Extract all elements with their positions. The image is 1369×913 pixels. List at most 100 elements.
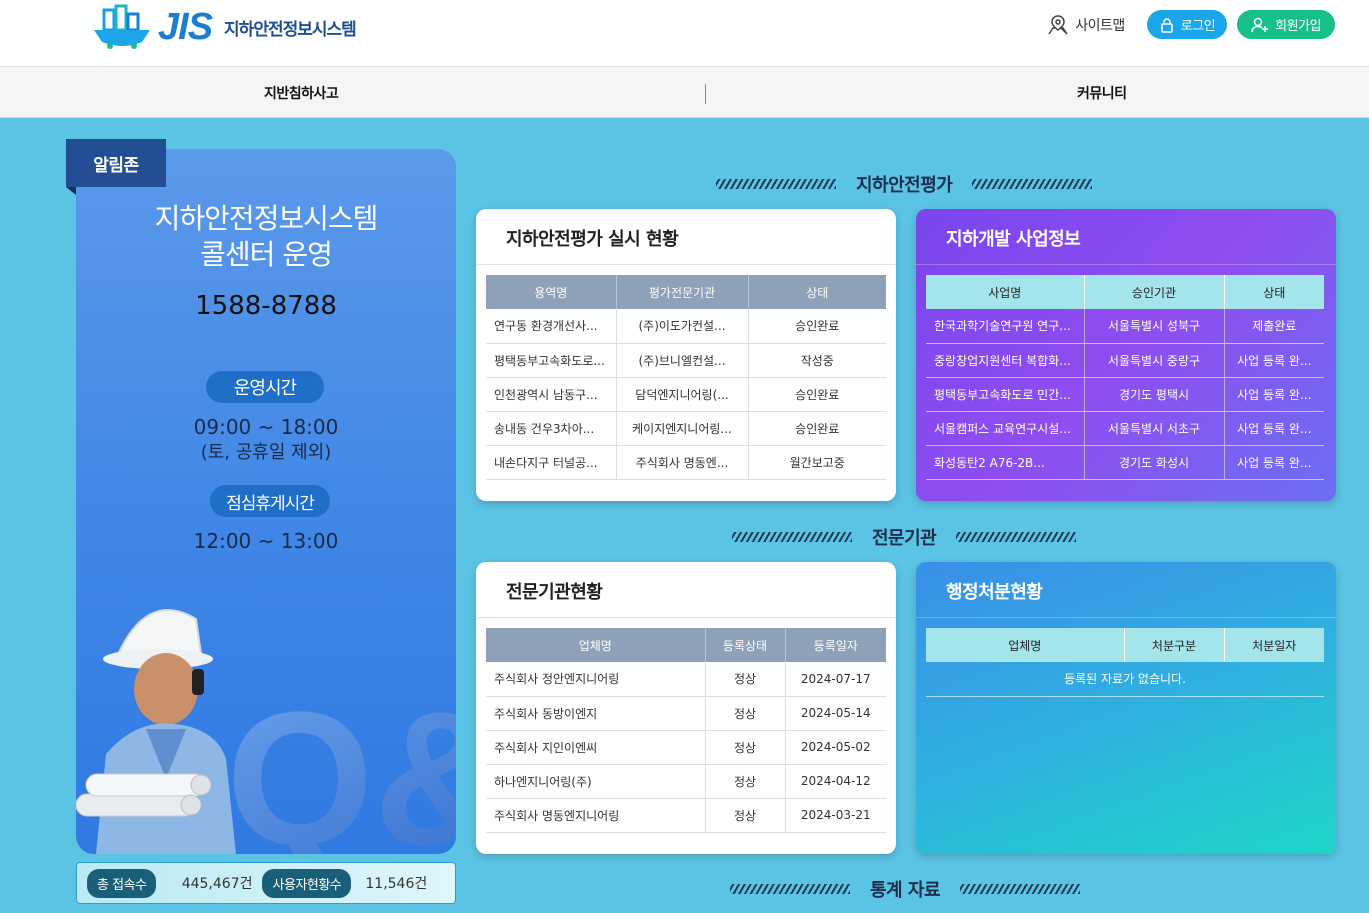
lunch-text: 12:00 ~ 13:00: [193, 529, 339, 553]
table-cell: 작성중: [747, 343, 886, 378]
notice-tab-fold: [66, 187, 76, 195]
table-row[interactable]: 평택동부고속화도로 민간... 경기도 평택시 사업 등록 완...: [926, 377, 1324, 412]
agency-status-card: 전문기관현황 업체명 등록상태 등록일자 주식회사 정안엔지니어링 정상 2024-07…: [476, 562, 896, 854]
notice-tab: 알림존: [66, 139, 166, 187]
table-cell: 승인완료: [747, 411, 886, 446]
qa-art-text: Q&A: [226, 673, 456, 854]
table-cell: 인천광역시 남동구...: [486, 377, 616, 412]
user-count-value: 11,546건: [365, 876, 428, 892]
total-visits-value: 445,467건: [181, 876, 253, 892]
table-cell: 정상: [704, 798, 785, 833]
card-divider: [476, 264, 896, 265]
table-row[interactable]: 내손다지구 터널공... 주식회사 명동엔... 월간보고중: [486, 445, 886, 480]
login-button[interactable]: 로그인: [1146, 10, 1228, 39]
section-title-stats: 통계 자료: [730, 874, 1081, 904]
table-cell: 정상: [704, 764, 785, 799]
table-cell: 서울특별시 성북구: [1083, 309, 1224, 344]
table-cell: 평택동부고속화도로...: [486, 343, 616, 378]
table-cell: 주식회사 명동엔...: [615, 445, 748, 480]
table-row[interactable]: 주식회사 동방이엔지 정상 2024-05-14: [486, 696, 886, 731]
section-title-eval: 지하안전평가: [716, 169, 1093, 199]
column-header: 승인기관: [1083, 275, 1224, 309]
table-cell: 경기도 화성시: [1083, 445, 1224, 480]
table-cell: 주식회사 명동엔지니어링: [486, 798, 705, 833]
nav-divider: [705, 84, 706, 104]
table-cell: 케이지엔지니어링...: [615, 411, 748, 446]
table-cell: 중랑창업지원센터 복합화...: [926, 343, 1084, 378]
table-cell: 제출완료: [1223, 309, 1324, 344]
callcenter-title-line2: 콜센터 운영: [200, 238, 333, 271]
column-header: 용역명: [486, 275, 616, 309]
column-header: 평가전문기관: [615, 275, 748, 309]
table-cell: 담덕엔지니어링(...: [615, 377, 748, 412]
lunch-badge: 점심휴게시간: [210, 485, 330, 517]
table-row[interactable]: 하나엔지니어링(주) 정상 2024-04-12: [486, 764, 886, 799]
column-header: 등록일자: [784, 628, 886, 662]
table-row[interactable]: 화성동탄2 A76-2B... 경기도 화성시 사업 등록 완...: [926, 445, 1324, 480]
nav-item-sinkhole[interactable]: 지반침하사고: [264, 83, 339, 103]
join-button[interactable]: 회원가입: [1237, 10, 1335, 39]
table-row[interactable]: 인천광역시 남동구... 담덕엔지니어링(... 승인완료: [486, 377, 886, 412]
sitemap-link[interactable]: 사이트맵: [1047, 14, 1125, 36]
eval-status-card: 지하안전평가 실시 현황 용역명 평가전문기관 상태 연구동 환경개선사... (주)…: [476, 209, 896, 501]
header-links: 사이트맵 로그인 회원가입: [1047, 10, 1335, 39]
column-header: 사업명: [926, 275, 1084, 309]
column-header: 업체명: [486, 628, 705, 662]
sitemap-icon: [1048, 14, 1068, 35]
table-row[interactable]: 한국과학기술연구원 연구... 서울특별시 성북구 제출완료: [926, 309, 1324, 344]
hatch-decoration: [732, 532, 852, 542]
table-cell: 경기도 평택시: [1083, 377, 1224, 412]
admin-card-title[interactable]: 행정처분현황: [946, 578, 1043, 604]
qa-illustration: Q&A: [76, 609, 456, 854]
column-header: 업체명: [926, 628, 1124, 662]
nav-item-community[interactable]: 커뮤니티: [1077, 83, 1127, 103]
table-cell: 평택동부고속화도로 민간...: [926, 377, 1084, 412]
table-cell: 내손다지구 터널공...: [486, 445, 616, 480]
table-cell: 하나엔지니어링(주): [486, 764, 705, 799]
table-row[interactable]: 중랑창업지원센터 복합화... 서울특별시 중랑구 사업 등록 완...: [926, 343, 1324, 378]
hours-badge: 운영시간: [206, 371, 324, 403]
admin-action-card: 행정처분현황 업체명 처분구분 처분일자 등록된 자료가 없습니다.: [916, 562, 1336, 854]
hatch-decoration: [716, 179, 836, 189]
hatch-decoration: [956, 532, 1077, 542]
add-user-icon: [1251, 17, 1269, 32]
eval-card-title[interactable]: 지하안전평가 실시 현황: [506, 225, 679, 251]
table-cell: 주식회사 지인이엔씨: [486, 730, 705, 765]
sitemap-label: 사이트맵: [1075, 17, 1125, 34]
table-row[interactable]: 송내동 건우3차아... 케이지엔지니어링... 승인완료: [486, 411, 886, 446]
table-row[interactable]: 서울캠퍼스 교육연구시설... 서울특별시 서초구 사업 등록 완...: [926, 411, 1324, 446]
table-cell: 사업 등록 완...: [1223, 411, 1324, 446]
table-cell: 2024-03-21: [784, 798, 886, 833]
column-header: 등록상태: [704, 628, 785, 662]
notice-panel: 지하안전정보시스템 콜센터 운영 1588-8788 운영시간 09:00 ~ …: [76, 149, 456, 854]
table-cell: 승인완료: [747, 377, 886, 412]
logo-word: JIS: [158, 5, 213, 48]
section-label: 지하안전평가: [856, 175, 953, 196]
table-row[interactable]: 연구동 환경개선사... (주)이도가컨설... 승인완료: [486, 309, 886, 344]
table-cell: 사업 등록 완...: [1223, 377, 1324, 412]
table-cell: 연구동 환경개선사...: [486, 309, 616, 344]
callcenter-title: 지하안전정보시스템 콜센터 운영: [76, 201, 456, 273]
agency-card-title[interactable]: 전문기관현황: [506, 578, 603, 604]
table-cell: 정상: [704, 696, 785, 731]
login-label: 로그인: [1180, 19, 1216, 34]
table-cell: 송내동 건우3차아...: [486, 411, 616, 446]
table-row[interactable]: 주식회사 정안엔지니어링 정상 2024-07-17: [486, 662, 886, 697]
visitor-stats: 총 접속수 445,467건 사용자현황수 11,546건: [76, 862, 456, 904]
table-row[interactable]: 주식회사 지인이엔씨 정상 2024-05-02: [486, 730, 886, 765]
site-logo[interactable]: JIS 지하안전정보시스템: [90, 4, 357, 50]
table-row[interactable]: 주식회사 명동엔지니어링 정상 2024-03-21: [486, 798, 886, 833]
table-cell: 사업 등록 완...: [1223, 445, 1324, 480]
card-divider: [476, 617, 896, 618]
callcenter-phone: 1588-8788: [195, 291, 337, 321]
hatch-decoration: [972, 179, 1093, 189]
project-table: 사업명 승인기관 상태 한국과학기술연구원 연구... 서울특별시 성북구 제출완료 중랑…: [926, 275, 1324, 480]
logo-text: 지하안전정보시스템: [224, 19, 357, 40]
agency-table: 업체명 등록상태 등록일자 주식회사 정안엔지니어링 정상 2024-07-17 주식회사…: [486, 628, 886, 833]
table-cell: 사업 등록 완...: [1223, 343, 1324, 378]
column-header: 상태: [1223, 275, 1324, 309]
table-row[interactable]: 평택동부고속화도로... (주)브니엘컨설... 작성중: [486, 343, 886, 378]
project-card-title[interactable]: 지하개발 사업정보: [946, 225, 1081, 251]
site-header: JIS 지하안전정보시스템 사이트맵 로그인 회원가입: [0, 0, 1369, 66]
callcenter-title-line1: 지하안전정보시스템: [154, 202, 379, 235]
